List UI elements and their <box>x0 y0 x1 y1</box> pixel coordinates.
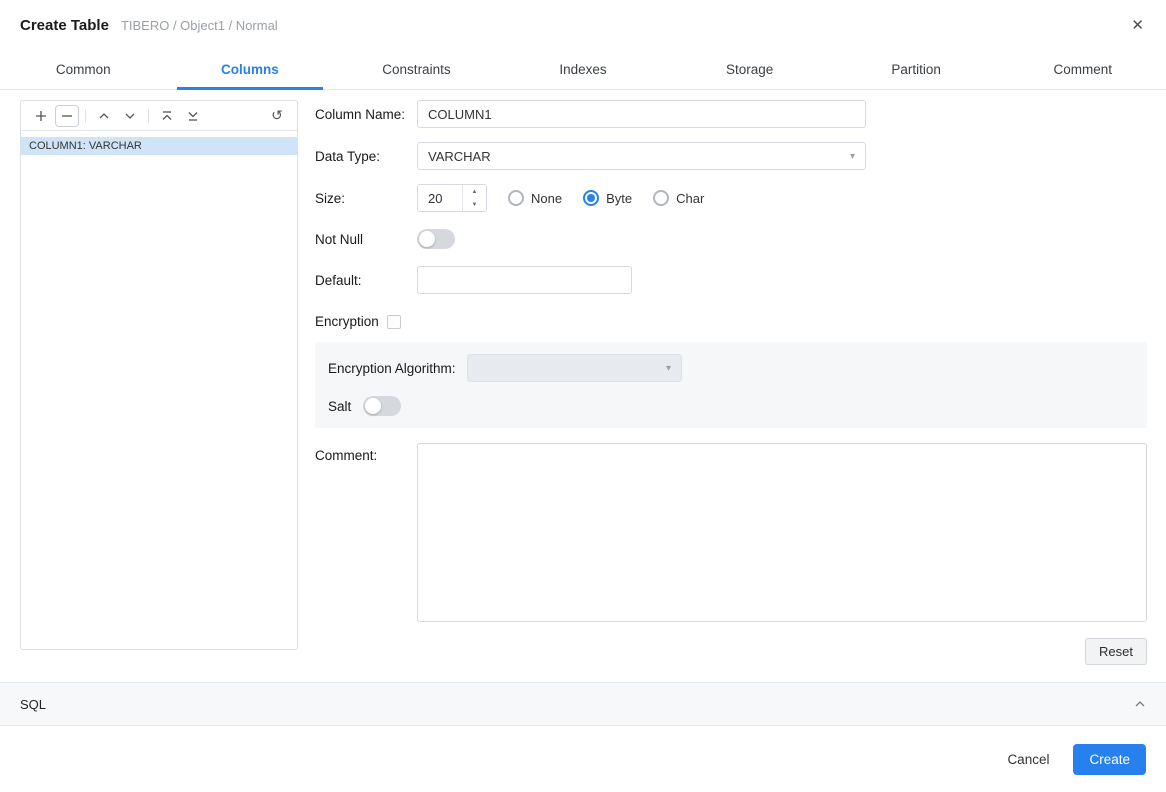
tab-label: Indexes <box>559 62 607 77</box>
reset-button[interactable]: Reset <box>1085 638 1147 665</box>
salt-toggle[interactable] <box>363 396 402 416</box>
sql-section-header[interactable]: SQL <box>0 682 1166 726</box>
radio-label: Byte <box>606 190 633 206</box>
column-list-toolbar: ↺ <box>21 101 297 131</box>
dialog-content: ↺ COLUMN1: VARCHAR Column Name: Data Typ… <box>0 90 1166 682</box>
size-stepper[interactable]: ▲ ▼ <box>417 184 487 212</box>
data-type-label: Data Type: <box>315 148 381 164</box>
salt-row: Salt <box>328 396 1134 416</box>
encryption-checkbox[interactable] <box>386 314 401 329</box>
tab-label: Common <box>55 62 111 77</box>
refresh-icon[interactable]: ↺ <box>265 105 289 127</box>
move-to-top-icon[interactable] <box>155 105 179 127</box>
sql-section-label: SQL <box>20 696 47 712</box>
add-column-icon[interactable] <box>29 105 53 127</box>
create-button[interactable]: Create <box>1073 743 1146 775</box>
size-unit-none-option[interactable]: None <box>508 190 562 206</box>
reset-row: Reset <box>315 638 1147 665</box>
default-label: Default: <box>315 272 362 288</box>
encryption-algorithm-row: Encryption Algorithm: ▾ <box>328 354 1134 382</box>
column-name-label: Column Name: <box>315 106 406 122</box>
size-row: Size: ▲ ▼ None Byte <box>315 184 1147 212</box>
spin-up-icon[interactable]: ▲ <box>463 185 486 198</box>
default-input[interactable] <box>417 266 632 294</box>
dialog-header: Create Table TIBERO / Object1 / Normal ✕ <box>0 0 1166 50</box>
toggle-knob <box>365 398 382 414</box>
tab-bar: Common Columns Constraints Indexes Stora… <box>0 50 1166 90</box>
size-spin-buttons: ▲ ▼ <box>462 185 486 211</box>
dialog-footer: Cancel Create <box>0 726 1166 792</box>
data-type-select[interactable]: VARCHAR ▾ <box>417 142 866 170</box>
tab-indexes[interactable]: Indexes <box>500 50 667 89</box>
size-unit-char-radio[interactable] <box>653 190 670 206</box>
size-input[interactable] <box>418 185 462 211</box>
toggle-knob <box>419 231 435 247</box>
column-form: Column Name: Data Type: VARCHAR ▾ Size: … <box>315 100 1147 682</box>
not-null-toggle[interactable] <box>417 229 455 249</box>
size-unit-byte-radio[interactable] <box>583 190 600 206</box>
comment-textarea[interactable] <box>417 443 1147 622</box>
radio-label: None <box>531 190 563 206</box>
size-unit-byte-option[interactable]: Byte <box>583 190 632 206</box>
close-icon[interactable]: ✕ <box>1129 14 1146 37</box>
column-list-item[interactable]: COLUMN1: VARCHAR <box>21 137 297 155</box>
column-name-input[interactable] <box>417 100 866 128</box>
chevron-up-icon[interactable] <box>1134 700 1146 708</box>
data-type-value: VARCHAR <box>428 148 491 164</box>
not-null-row: Not Null <box>315 229 1147 249</box>
tab-common[interactable]: Common <box>0 50 167 89</box>
encryption-algorithm-label: Encryption Algorithm: <box>328 360 456 376</box>
move-up-icon[interactable] <box>92 105 116 127</box>
column-list: COLUMN1: VARCHAR <box>21 131 297 649</box>
tab-label: Constraints <box>382 62 451 77</box>
remove-column-icon[interactable] <box>55 104 79 127</box>
dialog-subtitle: TIBERO / Object1 / Normal <box>120 17 278 33</box>
not-null-label: Not Null <box>315 231 364 247</box>
tab-columns[interactable]: Columns <box>167 50 334 90</box>
size-label: Size: <box>315 190 346 206</box>
radio-label: Char <box>676 190 705 206</box>
chevron-down-icon: ▾ <box>849 150 855 162</box>
move-down-icon[interactable] <box>118 105 142 127</box>
toolbar-divider <box>148 108 149 123</box>
default-row: Default: <box>315 266 1147 294</box>
chevron-down-icon: ▾ <box>665 362 671 374</box>
salt-label: Salt <box>328 398 352 414</box>
encryption-algorithm-select[interactable]: ▾ <box>467 354 682 382</box>
tab-label: Storage <box>725 62 774 77</box>
tab-partition[interactable]: Partition <box>833 50 1000 89</box>
tab-constraints[interactable]: Constraints <box>333 50 500 89</box>
encryption-row: Encryption <box>315 314 1147 329</box>
size-unit-none-radio[interactable] <box>508 190 524 206</box>
dialog-title: Create Table <box>20 16 109 34</box>
create-table-dialog: Create Table TIBERO / Object1 / Normal ✕… <box>0 0 1166 792</box>
column-name-row: Column Name: <box>315 100 1147 128</box>
cancel-button[interactable]: Cancel <box>997 744 1059 775</box>
tab-label: Columns <box>220 62 279 77</box>
tab-comment[interactable]: Comment <box>999 50 1166 89</box>
comment-row: Comment: <box>315 443 1147 622</box>
data-type-row: Data Type: VARCHAR ▾ <box>315 142 1147 170</box>
column-list-panel: ↺ COLUMN1: VARCHAR <box>20 100 298 650</box>
toolbar-divider <box>85 108 86 123</box>
tab-label: Partition <box>891 62 941 77</box>
size-unit-char-option[interactable]: Char <box>653 190 704 206</box>
tab-storage[interactable]: Storage <box>666 50 833 89</box>
encryption-panel: Encryption Algorithm: ▾ Salt <box>315 342 1147 428</box>
tab-label: Comment <box>1053 62 1113 77</box>
spin-down-icon[interactable]: ▼ <box>463 198 486 211</box>
comment-label: Comment: <box>315 448 378 463</box>
move-to-bottom-icon[interactable] <box>181 105 205 127</box>
encryption-label: Encryption <box>315 314 379 329</box>
